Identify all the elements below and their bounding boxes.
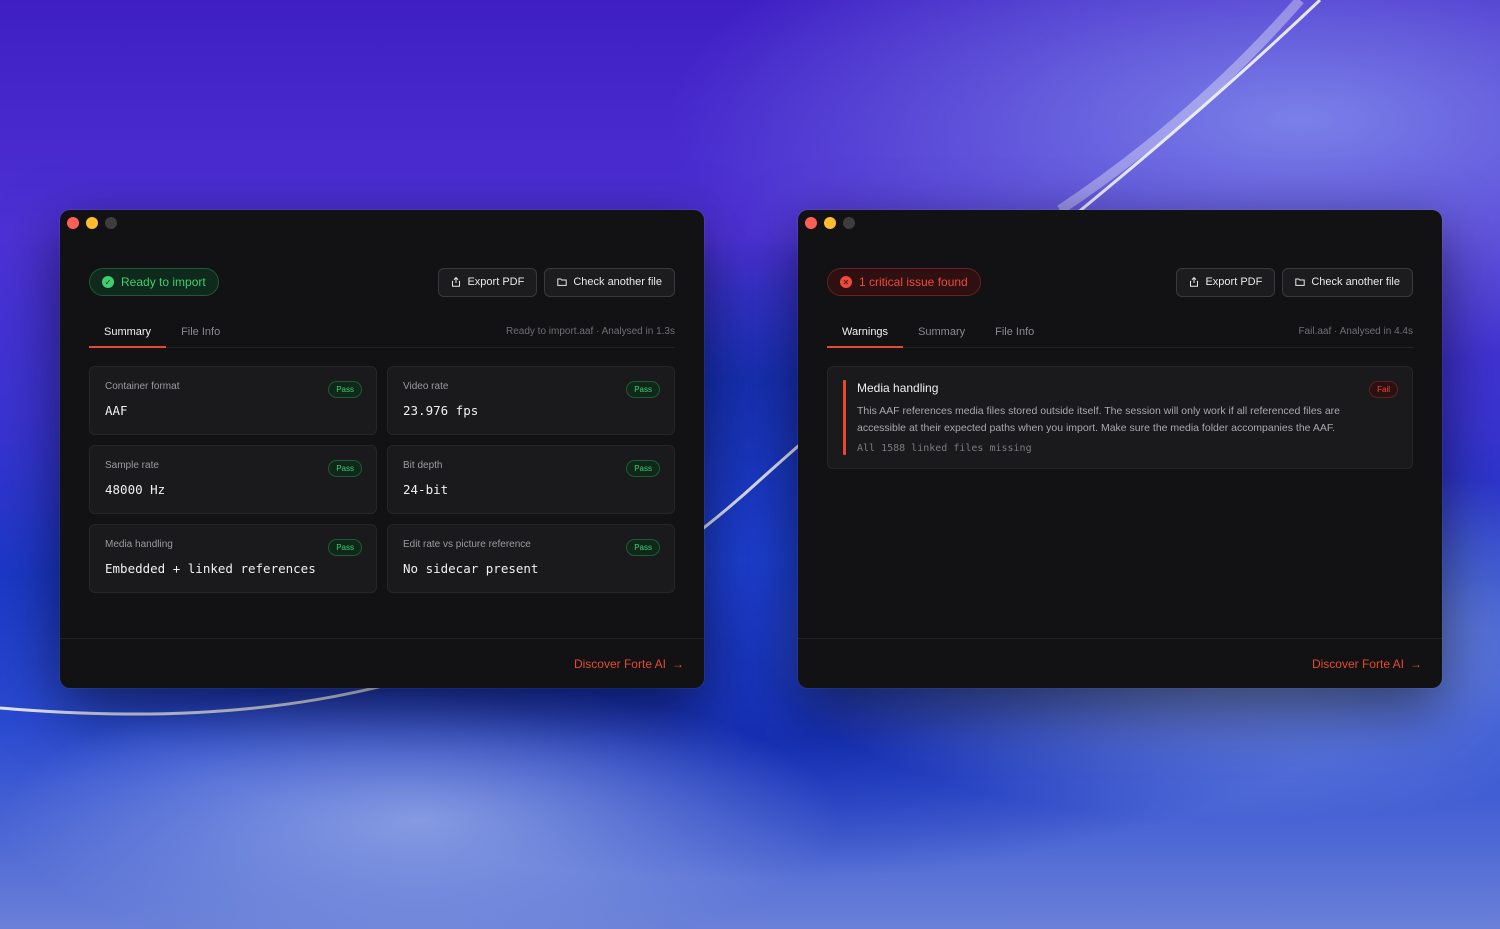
share-icon (1190, 277, 1199, 287)
check-value: Embedded + linked references (105, 561, 316, 576)
check-label: Video rate (403, 381, 449, 392)
check-value: 48000 Hz (105, 482, 166, 497)
tab-summary[interactable]: Summary (89, 320, 167, 348)
check-another-file-label: Check another file (1311, 276, 1400, 288)
file-name: Ready to import.aaf (505, 326, 594, 337)
header-actions: Export PDF Check another file (1176, 267, 1413, 297)
check-circle-icon: ✓ (102, 276, 114, 288)
analysis-time: Analysed in 1.3s (601, 326, 675, 337)
severity-bar (843, 380, 846, 455)
close-window-button[interactable] (805, 217, 817, 229)
warning-title: Media handling (857, 381, 939, 395)
zoom-window-button[interactable] (105, 217, 117, 229)
header-actions: Export PDF Check another file (438, 267, 675, 297)
right-app-window: ✕ 1 critical issue found Export PDF Chec… (798, 210, 1442, 688)
pass-badge: Pass (626, 539, 660, 556)
arrow-right-icon: → (1410, 656, 1422, 671)
tab-summary[interactable]: Summary (903, 320, 980, 347)
pass-badge: Pass (328, 381, 362, 398)
check-label: Sample rate (105, 460, 159, 471)
folder-icon (1295, 278, 1306, 286)
discover-forte-ai-link[interactable]: Discover Forte AI → (574, 657, 684, 671)
fail-badge: Fail (1369, 381, 1398, 398)
status-pill: ✕ 1 critical issue found (827, 268, 981, 296)
check-label: Container format (105, 381, 180, 392)
warning-card: Media handling Fail This AAF references … (827, 366, 1413, 469)
pass-badge: Pass (626, 381, 660, 398)
warning-detail: All 1588 linked files missing (857, 443, 1032, 454)
tab-file-info[interactable]: File Info (166, 320, 235, 347)
footer: Discover Forte AI → (798, 638, 1442, 688)
close-window-button[interactable] (67, 217, 79, 229)
minimize-window-button[interactable] (824, 217, 836, 229)
check-card: Media handling Embedded + linked referen… (89, 524, 377, 593)
pass-badge: Pass (328, 539, 362, 556)
check-value: AAF (105, 403, 128, 418)
x-circle-icon: ✕ (840, 276, 852, 288)
check-another-file-button[interactable]: Check another file (1282, 267, 1413, 297)
tab-bar: Summary File Info Ready to import.aaf · … (89, 320, 675, 348)
check-card: Container format AAF Pass (89, 366, 377, 435)
check-card: Bit depth 24-bit Pass (387, 445, 675, 514)
check-another-file-label: Check another file (573, 276, 662, 288)
discover-link-label: Discover Forte AI (573, 656, 666, 671)
arrow-right-icon: → (672, 656, 684, 671)
file-meta: Fail.aaf · Analysed in 4.4s (1298, 320, 1413, 337)
check-card: Edit rate vs picture reference No sideca… (387, 524, 675, 593)
export-pdf-label: Export PDF (1205, 276, 1263, 288)
warning-description: This AAF references media files stored o… (857, 405, 1341, 434)
header: ✓ Ready to import Export PDF Check anoth… (89, 267, 675, 297)
check-results-grid: Container format AAF Pass Video rate 23.… (89, 366, 675, 593)
status-pill: ✓ Ready to import (89, 268, 219, 296)
folder-icon (557, 278, 568, 286)
share-icon (452, 277, 461, 287)
status-label: Ready to import (121, 275, 206, 289)
pass-badge: Pass (328, 460, 362, 477)
check-value: 24-bit (403, 482, 449, 497)
discover-forte-ai-link[interactable]: Discover Forte AI → (1312, 657, 1422, 671)
window-controls (805, 217, 855, 229)
analysis-time: Analysed in 4.4s (1339, 326, 1413, 337)
meta-separator: · (1334, 326, 1338, 337)
pass-badge: Pass (626, 460, 660, 477)
discover-link-label: Discover Forte AI (1311, 656, 1404, 671)
check-card: Sample rate 48000 Hz Pass (89, 445, 377, 514)
footer: Discover Forte AI → (60, 638, 704, 688)
export-pdf-label: Export PDF (467, 276, 525, 288)
export-pdf-button[interactable]: Export PDF (438, 267, 538, 297)
check-value: No sidecar present (403, 561, 539, 576)
check-label: Bit depth (403, 460, 443, 471)
export-pdf-button[interactable]: Export PDF (1176, 267, 1276, 297)
file-meta: Ready to import.aaf · Analysed in 1.3s (506, 320, 675, 337)
check-value: 23.976 fps (403, 403, 479, 418)
check-card: Video rate 23.976 fps Pass (387, 366, 675, 435)
status-label: 1 critical issue found (859, 275, 968, 289)
window-controls (67, 217, 117, 229)
check-another-file-button[interactable]: Check another file (544, 267, 675, 297)
file-name: Fail.aaf (1298, 326, 1332, 337)
minimize-window-button[interactable] (86, 217, 98, 229)
meta-separator: · (596, 326, 600, 337)
left-app-window: ✓ Ready to import Export PDF Check anoth… (60, 210, 704, 688)
check-label: Edit rate vs picture reference (403, 539, 531, 550)
header: ✕ 1 critical issue found Export PDF Chec… (827, 267, 1413, 297)
zoom-window-button[interactable] (843, 217, 855, 229)
check-label: Media handling (105, 539, 173, 550)
tab-warnings[interactable]: Warnings (827, 320, 904, 348)
tab-file-info[interactable]: File Info (980, 320, 1049, 347)
tab-bar: Warnings Summary File Info Fail.aaf · An… (827, 320, 1413, 348)
